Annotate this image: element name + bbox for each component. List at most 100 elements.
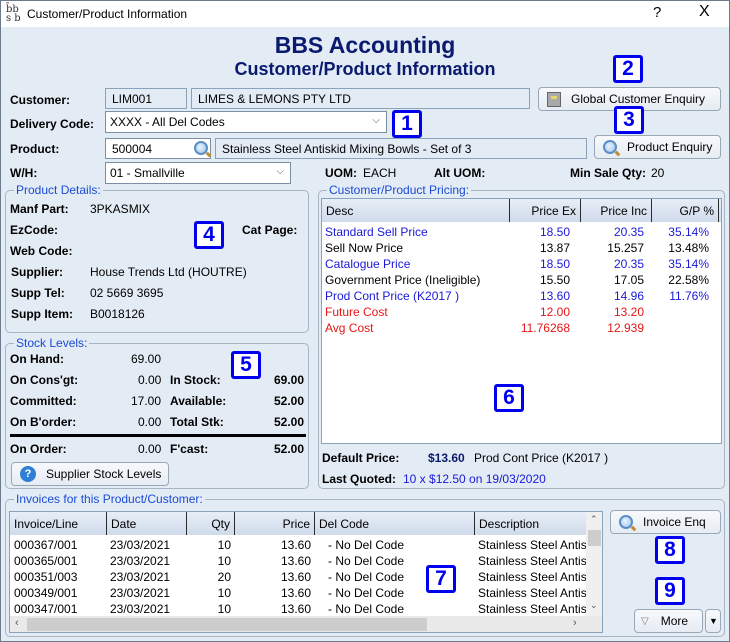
pricing-row[interactable]: Government Price (Ineligible) 15.50 17.05 2… [322, 272, 721, 288]
marker-3: 3 [614, 106, 644, 134]
marker-5: 5 [231, 351, 261, 379]
marker-1: 1 [392, 110, 422, 138]
pricing-desc-cell: Future Cost [325, 305, 388, 319]
col-description[interactable]: Description [475, 512, 595, 535]
invoices-header: Invoice/Line Date Qty Price Del Code Des… [10, 512, 602, 535]
product-description-field[interactable]: Stainless Steel Antiskid Mixing Bowls - … [215, 138, 587, 159]
invoice-row[interactable]: 000347/001 23/03/2021 10 13.60 - No Del Code… [10, 601, 602, 617]
pricing-desc-cell: Avg Cost [325, 321, 374, 335]
customer-code-field[interactable]: LIM001 [105, 88, 187, 109]
pricing-price-inc-cell: 20.35 [613, 225, 644, 239]
pricing-row[interactable]: Standard Sell Price 18.50 20.35 35.14% [322, 224, 721, 240]
invoice-row[interactable]: 000351/003 23/03/2021 20 13.60- No Del Code… [10, 569, 602, 585]
more-button[interactable]: ▽ More [634, 609, 703, 633]
col-invoice-line[interactable]: Invoice/Line [10, 512, 107, 535]
invoices-vertical-scrollbar[interactable]: ⌃ ⌄ [586, 512, 602, 616]
col-price-ex[interactable]: Price Ex [510, 199, 581, 222]
pricing-row[interactable]: Avg Cost 11.76268 12.939 [322, 320, 721, 336]
min-sale-qty-value: 20 [651, 166, 665, 180]
invoice-qty-cell: 10 [217, 602, 231, 616]
pricing-price-inc-cell: 17.05 [613, 273, 644, 287]
marker-8: 8 [655, 536, 685, 564]
invoice-description-cell: Stainless Steel Antiskid Mixing Bowls - … [478, 602, 586, 616]
invoice-line-cell: 000347/001 [14, 602, 78, 616]
invoice-row[interactable]: 000349/001 23/03/2021 10 13.60- No Del Code… [10, 585, 602, 601]
invoice-row[interactable]: 000367/001 23/03/2021 10 13.60 - No Del Code… [10, 537, 602, 553]
invoice-qty-cell: 10 [217, 586, 231, 600]
invoice-enq-button[interactable]: Invoice Enq [610, 510, 721, 534]
customer-name-field[interactable]: LIMES & LEMONS PTY LTD [191, 88, 530, 109]
product-details-title: Product Details: [14, 183, 103, 197]
invoice-description-cell: Stainless Steel Antiskid Mixing Bowls - … [478, 570, 586, 584]
pricing-price-ex-cell: 15.50 [539, 273, 570, 287]
in-stock-value: 69.00 [274, 373, 305, 387]
scroll-up-icon[interactable]: ⌃ [590, 514, 598, 525]
invoices-horizontal-scrollbar[interactable]: ‹ › [10, 616, 602, 632]
col-del-code[interactable]: Del Code [315, 512, 475, 535]
invoice-date-cell: 23/03/2021 [110, 586, 171, 600]
supplier-stock-levels-button[interactable]: ? Supplier Stock Levels [11, 462, 169, 486]
uom-label: UOM: [325, 166, 357, 180]
on-border-label: On B'order: [10, 415, 77, 429]
delivery-code-select[interactable]: XXXX - All Del Codes ⌵ [105, 111, 387, 133]
scroll-down-icon[interactable]: ⌄ [590, 600, 598, 611]
scroll-right-icon[interactable]: › [573, 617, 577, 629]
last-quoted-label: Last Quoted: [322, 472, 396, 486]
on-border-value: 0.00 [138, 415, 162, 429]
min-sale-qty-label: Min Sale Qty: [570, 166, 647, 180]
supplier-value: House Trends Ltd (HOUTRE) [90, 265, 247, 279]
warehouse-label: W/H: [10, 166, 38, 180]
product-enquiry-button[interactable]: Product Enquiry [594, 135, 721, 159]
product-enquiry-label: Product Enquiry [627, 140, 713, 154]
pricing-gp-cell: 35.14% [668, 225, 709, 239]
pricing-desc-cell: Standard Sell Price [325, 225, 428, 239]
caret-down-icon: ▼ [709, 616, 718, 626]
supp-tel-value: 02 5669 3695 [90, 286, 164, 300]
col-gp[interactable]: G/P % [652, 199, 719, 222]
vertical-scroll-thumb[interactable] [588, 530, 601, 546]
col-qty[interactable]: Qty [187, 512, 235, 535]
scroll-left-icon[interactable]: ‹ [15, 617, 19, 629]
marker-9: 9 [655, 577, 685, 605]
on-hand-value: 69.00 [131, 352, 162, 366]
horizontal-scroll-thumb[interactable] [27, 618, 427, 631]
pricing-row[interactable]: Catalogue Price 18.50 20.35 35.14% [322, 256, 721, 272]
web-code-label: Web Code: [10, 244, 73, 258]
pricing-desc-cell: Sell Now Price [325, 241, 404, 255]
delivery-code-value: XXXX - All Del Codes [110, 115, 225, 129]
col-desc[interactable]: Desc [322, 199, 510, 222]
invoice-qty-cell: 10 [217, 538, 231, 552]
marker-7: 7 [426, 565, 456, 593]
in-stock-label: In Stock: [170, 373, 221, 387]
on-order-value: 0.00 [138, 442, 162, 456]
close-button[interactable]: X [699, 3, 710, 21]
pricing-row[interactable]: Future Cost 12.00 13.20 [322, 304, 721, 320]
help-circle-icon: ? [20, 466, 36, 482]
pricing-price-inc-cell: 20.35 [613, 257, 644, 271]
invoice-price-cell: 13.60 [280, 602, 311, 616]
col-price[interactable]: Price [235, 512, 315, 535]
delivery-code-label: Delivery Code: [10, 117, 95, 131]
supp-item-label: Supp Item: [11, 307, 73, 321]
more-label: More [660, 614, 689, 628]
invoice-date-cell: 23/03/2021 [110, 602, 171, 616]
warehouse-select[interactable]: 01 - Smallville ⌵ [105, 162, 291, 184]
pricing-desc-cell: Government Price (Ineligible) [325, 273, 481, 287]
on-hand-label: On Hand: [10, 352, 64, 366]
manf-part-label: Manf Part: [10, 202, 69, 216]
product-search-icon[interactable] [194, 141, 208, 155]
help-button[interactable]: ? [653, 4, 661, 21]
pricing-row[interactable]: Sell Now Price 13.87 15.257 13.48% [322, 240, 721, 256]
more-dropdown-button[interactable]: ▼ [705, 609, 721, 633]
col-date[interactable]: Date [107, 512, 187, 535]
pricing-row[interactable]: Prod Cont Price (K2017 ) 13.60 14.96 11.76% [322, 288, 721, 304]
pricing-title: Customer/Product Pricing: [327, 183, 472, 197]
magnifier-icon [619, 515, 633, 529]
total-stk-label: Total Stk: [170, 415, 224, 429]
pricing-price-inc-cell: 14.96 [613, 289, 644, 303]
col-price-inc[interactable]: Price Inc [581, 199, 652, 222]
invoice-row[interactable]: 000365/001 23/03/2021 10 13.60- No Del Code… [10, 553, 602, 569]
supp-item-value: B0018126 [90, 307, 145, 321]
magnifier-icon [603, 140, 617, 154]
pricing-price-inc-cell: 15.257 [607, 241, 644, 255]
